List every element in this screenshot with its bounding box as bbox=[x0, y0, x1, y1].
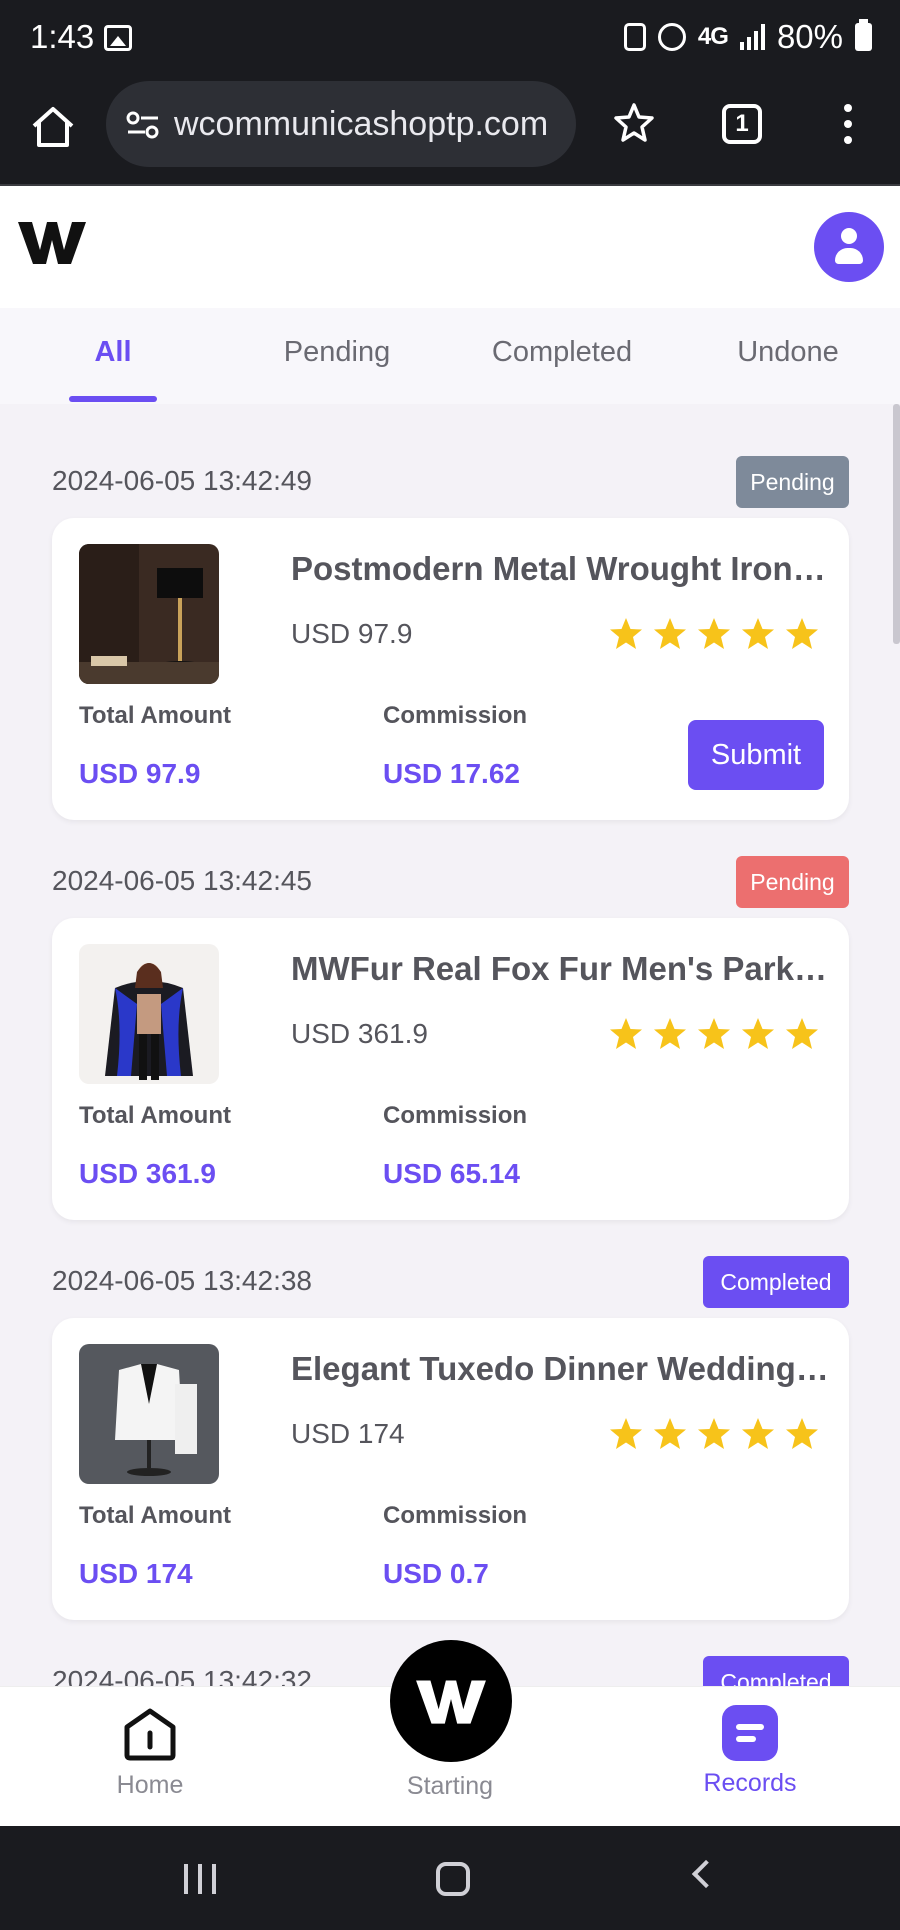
product-image-tuxedo bbox=[79, 1344, 219, 1484]
tab-undone[interactable]: Undone bbox=[688, 336, 888, 369]
star-icon bbox=[742, 1018, 774, 1049]
total-amount-label: Total Amount bbox=[79, 1102, 231, 1129]
status-bar: 1:43 4G 80% bbox=[0, 0, 900, 78]
commission-value: USD 17.62 bbox=[383, 758, 520, 789]
screen: 1:43 4G 80% wcommunicashoptp.com 1 All P… bbox=[0, 0, 900, 1930]
user-icon bbox=[841, 228, 857, 244]
status-badge: Pending bbox=[736, 856, 849, 908]
user-avatar-button[interactable] bbox=[814, 212, 884, 282]
starting-button[interactable] bbox=[390, 1640, 512, 1762]
url-bar[interactable]: wcommunicashoptp.com bbox=[106, 81, 576, 167]
browser-menu-icon[interactable] bbox=[842, 104, 854, 144]
product-price: USD 361.9 bbox=[291, 1018, 428, 1049]
submit-button[interactable]: Submit bbox=[688, 720, 824, 790]
system-home-icon[interactable] bbox=[436, 1862, 470, 1896]
star-icon bbox=[786, 1018, 818, 1049]
active-tab-indicator bbox=[69, 396, 157, 402]
signal-icon bbox=[739, 24, 765, 50]
commission-label: Commission bbox=[383, 702, 528, 729]
home-icon bbox=[124, 1708, 176, 1761]
star-icon bbox=[654, 1018, 686, 1049]
rating-stars bbox=[608, 1016, 820, 1052]
product-name: MWFur Real Fox Fur Men's Parka Coat bbox=[291, 950, 831, 987]
tab-all[interactable]: All bbox=[13, 336, 213, 369]
records-icon bbox=[722, 1705, 778, 1761]
gallery-icon bbox=[104, 25, 132, 51]
network-type: 4G bbox=[697, 23, 729, 50]
nav-records-label: Records bbox=[703, 1769, 797, 1797]
status-icons: 4G 80% bbox=[623, 18, 872, 56]
recents-icon[interactable] bbox=[184, 1864, 216, 1894]
battery-percent: 80% bbox=[776, 18, 843, 55]
starting-logo-icon bbox=[416, 1680, 486, 1724]
order-card[interactable]: Postmodern Metal Wrought Iron Table Lamp… bbox=[52, 518, 849, 820]
product-image-fur-coat bbox=[79, 944, 219, 1084]
record-date: 2024-06-05 13:42:45 bbox=[52, 865, 312, 896]
star-icon bbox=[698, 618, 730, 649]
record-date: 2024-06-05 13:42:49 bbox=[52, 465, 312, 496]
total-amount-label: Total Amount bbox=[79, 1502, 231, 1529]
total-amount-value: USD 97.9 bbox=[79, 758, 201, 789]
commission-value: USD 65.14 bbox=[383, 1158, 520, 1189]
rating-stars bbox=[608, 1416, 820, 1452]
product-name: Postmodern Metal Wrought Iron Table Lamp bbox=[291, 550, 831, 587]
status-badge: Completed bbox=[703, 1256, 849, 1308]
tab-completed[interactable]: Completed bbox=[462, 336, 662, 369]
alarm-icon bbox=[657, 23, 686, 51]
commission-label: Commission bbox=[383, 1502, 528, 1529]
tab-switcher-button[interactable]: 1 bbox=[722, 104, 762, 144]
system-nav-bar bbox=[0, 1826, 900, 1930]
total-amount-value: USD 174 bbox=[79, 1558, 193, 1589]
nav-home-label: Home bbox=[116, 1771, 184, 1799]
nav-home[interactable]: Home bbox=[60, 1705, 240, 1800]
site-settings-icon[interactable] bbox=[126, 111, 160, 139]
data-saver-icon bbox=[623, 23, 646, 51]
star-icon bbox=[786, 618, 818, 649]
product-price: USD 174 bbox=[291, 1418, 405, 1449]
product-price: USD 97.9 bbox=[291, 618, 413, 649]
back-icon[interactable] bbox=[691, 1859, 721, 1889]
star-icon bbox=[742, 618, 774, 649]
nav-starting-label: Starting bbox=[406, 1772, 494, 1800]
bookmark-star-icon[interactable] bbox=[614, 102, 654, 142]
order-card[interactable]: Elegant Tuxedo Dinner Wedding Suit USD 1… bbox=[52, 1318, 849, 1620]
star-icon bbox=[610, 1418, 642, 1449]
star-icon bbox=[698, 1418, 730, 1449]
star-icon bbox=[698, 1018, 730, 1049]
tab-pending[interactable]: Pending bbox=[237, 336, 437, 369]
battery-icon bbox=[855, 19, 872, 51]
nav-records[interactable]: Records bbox=[660, 1705, 840, 1798]
product-image-lamp bbox=[79, 544, 219, 684]
record-date: 2024-06-05 13:42:38 bbox=[52, 1265, 312, 1296]
browser-home-icon[interactable] bbox=[30, 104, 76, 150]
total-amount-label: Total Amount bbox=[79, 702, 231, 729]
star-icon bbox=[610, 618, 642, 649]
app-header bbox=[0, 186, 900, 308]
commission-label: Commission bbox=[383, 1102, 528, 1129]
star-icon bbox=[786, 1418, 818, 1449]
url-text[interactable]: wcommunicashoptp.com bbox=[174, 105, 548, 144]
star-icon bbox=[610, 1018, 642, 1049]
app-logo[interactable] bbox=[16, 214, 88, 270]
star-icon bbox=[654, 1418, 686, 1449]
scrollbar[interactable] bbox=[893, 404, 900, 644]
commission-value: USD 0.7 bbox=[383, 1558, 489, 1589]
star-icon bbox=[654, 618, 686, 649]
browser-toolbar: wcommunicashoptp.com 1 bbox=[0, 78, 900, 186]
status-time: 1:43 bbox=[30, 18, 95, 55]
total-amount-value: USD 361.9 bbox=[79, 1158, 216, 1189]
product-name: Elegant Tuxedo Dinner Wedding Suit bbox=[291, 1350, 831, 1387]
rating-stars bbox=[608, 616, 820, 652]
order-card[interactable]: MWFur Real Fox Fur Men's Parka Coat USD … bbox=[52, 918, 849, 1220]
status-badge: Pending bbox=[736, 456, 849, 508]
star-icon bbox=[742, 1418, 774, 1449]
filter-tabs: All Pending Completed Undone bbox=[0, 308, 900, 404]
